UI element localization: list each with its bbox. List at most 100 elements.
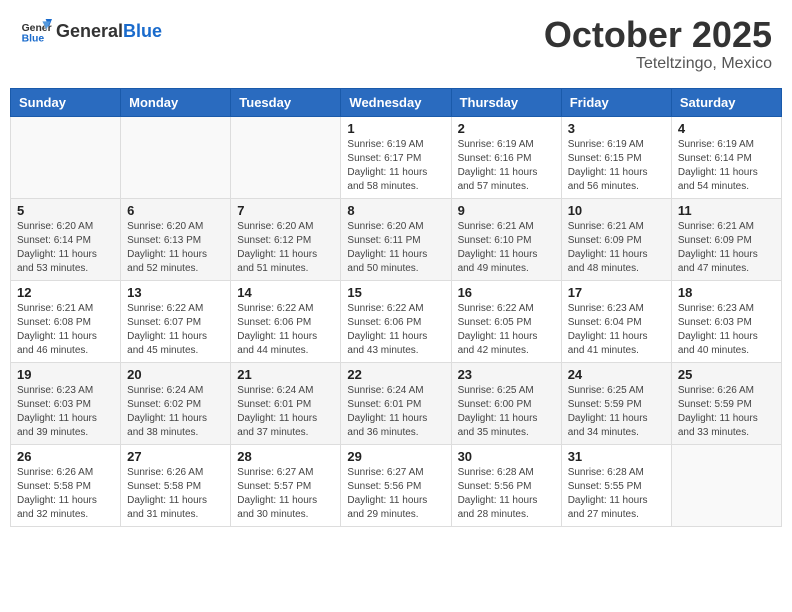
title-area: October 2025 Teteltzingo, Mexico — [544, 15, 772, 73]
day-number: 8 — [347, 203, 444, 218]
calendar-cell: 29Sunrise: 6:27 AM Sunset: 5:56 PM Dayli… — [341, 444, 451, 526]
day-info: Sunrise: 6:20 AM Sunset: 6:13 PM Dayligh… — [127, 220, 224, 276]
day-number: 27 — [127, 449, 224, 464]
calendar-cell — [11, 116, 121, 198]
calendar-cell: 22 Sunrise: 6:24 AM Sunset: 6:01 PM Dayli… — [341, 362, 451, 444]
day-number: 4 — [678, 121, 775, 136]
day-number: 5 — [17, 203, 114, 218]
calendar-cell: 8Sunrise: 6:20 AM Sunset: 6:11 PM Daylig… — [341, 198, 451, 280]
day-info: Sunrise: 6:22 AM Sunset: 6:06 PM Dayligh… — [347, 302, 444, 358]
calendar-week-row: 12 Sunrise: 6:21 AM Sunset: 6:08 PM Dayli… — [11, 280, 782, 362]
calendar-week-row: 1 Sunrise: 6:19 AM Sunset: 6:17 PM Daylig… — [11, 116, 782, 198]
page-header: General Blue GeneralBlue October 2025 Te… — [10, 10, 782, 78]
day-number: 2 — [458, 121, 555, 136]
calendar-cell — [231, 116, 341, 198]
weekday-header-saturday: Saturday — [671, 88, 781, 116]
calendar-cell: 16Sunrise: 6:22 AM Sunset: 6:05 PM Dayli… — [451, 280, 561, 362]
calendar-cell: 30 Sunrise: 6:28 AM Sunset: 5:56 PM Dayli… — [451, 444, 561, 526]
day-number: 7 — [237, 203, 334, 218]
svg-text:Blue: Blue — [22, 33, 45, 44]
calendar-cell: 3Sunrise: 6:19 AM Sunset: 6:15 PM Daylig… — [561, 116, 671, 198]
logo: General Blue GeneralBlue — [20, 15, 162, 47]
day-info: Sunrise: 6:22 AM Sunset: 6:06 PM Dayligh… — [237, 302, 334, 358]
weekday-header-monday: Monday — [121, 88, 231, 116]
day-info: Sunrise: 6:19 AM Sunset: 6:16 PM Dayligh… — [458, 138, 555, 194]
calendar-cell — [121, 116, 231, 198]
logo-blue-text: Blue — [123, 21, 162, 41]
day-info: Sunrise: 6:27 AM Sunset: 5:57 PM Dayligh… — [237, 466, 334, 522]
day-info: Sunrise: 6:19 AM Sunset: 6:17 PM Dayligh… — [347, 138, 444, 194]
day-info: Sunrise: 6:21 AM Sunset: 6:09 PM Dayligh… — [568, 220, 665, 276]
day-number: 6 — [127, 203, 224, 218]
calendar-cell: 4 Sunrise: 6:19 AM Sunset: 6:14 PM Daylig… — [671, 116, 781, 198]
day-number: 21 — [237, 367, 334, 382]
calendar-cell: 10 Sunrise: 6:21 AM Sunset: 6:09 PM Dayli… — [561, 198, 671, 280]
day-number: 10 — [568, 203, 665, 218]
day-info: Sunrise: 6:24 AM Sunset: 6:02 PM Dayligh… — [127, 384, 224, 440]
calendar-cell: 11 Sunrise: 6:21 AM Sunset: 6:09 PM Dayli… — [671, 198, 781, 280]
day-info: Sunrise: 6:23 AM Sunset: 6:04 PM Dayligh… — [568, 302, 665, 358]
calendar-cell: 15 Sunrise: 6:22 AM Sunset: 6:06 PM Dayli… — [341, 280, 451, 362]
day-number: 23 — [458, 367, 555, 382]
day-info: Sunrise: 6:21 AM Sunset: 6:08 PM Dayligh… — [17, 302, 114, 358]
day-info: Sunrise: 6:26 AM Sunset: 5:58 PM Dayligh… — [127, 466, 224, 522]
day-number: 28 — [237, 449, 334, 464]
day-number: 31 — [568, 449, 665, 464]
day-info: Sunrise: 6:21 AM Sunset: 6:10 PM Dayligh… — [458, 220, 555, 276]
calendar-cell: 27 Sunrise: 6:26 AM Sunset: 5:58 PM Dayli… — [121, 444, 231, 526]
calendar-week-row: 5 Sunrise: 6:20 AM Sunset: 6:14 PM Daylig… — [11, 198, 782, 280]
day-number: 24 — [568, 367, 665, 382]
calendar-cell: 31 Sunrise: 6:28 AM Sunset: 5:55 PM Dayli… — [561, 444, 671, 526]
day-number: 18 — [678, 285, 775, 300]
day-number: 29 — [347, 449, 444, 464]
location: Teteltzingo, Mexico — [544, 55, 772, 73]
day-number: 15 — [347, 285, 444, 300]
day-info: Sunrise: 6:20 AM Sunset: 6:14 PM Dayligh… — [17, 220, 114, 276]
weekday-header-thursday: Thursday — [451, 88, 561, 116]
day-info: Sunrise: 6:19 AM Sunset: 6:15 PM Dayligh… — [568, 138, 665, 194]
calendar-cell: 12 Sunrise: 6:21 AM Sunset: 6:08 PM Dayli… — [11, 280, 121, 362]
weekday-header-wednesday: Wednesday — [341, 88, 451, 116]
day-info: Sunrise: 6:23 AM Sunset: 6:03 PM Dayligh… — [17, 384, 114, 440]
calendar-cell: 21Sunrise: 6:24 AM Sunset: 6:01 PM Dayli… — [231, 362, 341, 444]
calendar-week-row: 19Sunrise: 6:23 AM Sunset: 6:03 PM Dayli… — [11, 362, 782, 444]
calendar-cell: 6 Sunrise: 6:20 AM Sunset: 6:13 PM Daylig… — [121, 198, 231, 280]
calendar-cell: 17 Sunrise: 6:23 AM Sunset: 6:04 PM Dayli… — [561, 280, 671, 362]
weekday-header-sunday: Sunday — [11, 88, 121, 116]
calendar-week-row: 26 Sunrise: 6:26 AM Sunset: 5:58 PM Dayli… — [11, 444, 782, 526]
day-number: 13 — [127, 285, 224, 300]
day-info: Sunrise: 6:28 AM Sunset: 5:56 PM Dayligh… — [458, 466, 555, 522]
day-number: 30 — [458, 449, 555, 464]
month-title: October 2025 — [544, 15, 772, 55]
calendar-cell: 7Sunrise: 6:20 AM Sunset: 6:12 PM Daylig… — [231, 198, 341, 280]
day-info: Sunrise: 6:26 AM Sunset: 5:58 PM Dayligh… — [17, 466, 114, 522]
day-info: Sunrise: 6:22 AM Sunset: 6:05 PM Dayligh… — [458, 302, 555, 358]
day-info: Sunrise: 6:21 AM Sunset: 6:09 PM Dayligh… — [678, 220, 775, 276]
day-number: 11 — [678, 203, 775, 218]
calendar-cell: 9 Sunrise: 6:21 AM Sunset: 6:10 PM Daylig… — [451, 198, 561, 280]
weekday-header-row: SundayMondayTuesdayWednesdayThursdayFrid… — [11, 88, 782, 116]
calendar-cell: 25Sunrise: 6:26 AM Sunset: 5:59 PM Dayli… — [671, 362, 781, 444]
day-number: 17 — [568, 285, 665, 300]
day-number: 26 — [17, 449, 114, 464]
calendar-cell: 1 Sunrise: 6:19 AM Sunset: 6:17 PM Daylig… — [341, 116, 451, 198]
weekday-header-friday: Friday — [561, 88, 671, 116]
day-info: Sunrise: 6:24 AM Sunset: 6:01 PM Dayligh… — [347, 384, 444, 440]
day-number: 14 — [237, 285, 334, 300]
day-info: Sunrise: 6:28 AM Sunset: 5:55 PM Dayligh… — [568, 466, 665, 522]
calendar-cell: 14 Sunrise: 6:22 AM Sunset: 6:06 PM Dayli… — [231, 280, 341, 362]
day-number: 9 — [458, 203, 555, 218]
day-info: Sunrise: 6:25 AM Sunset: 6:00 PM Dayligh… — [458, 384, 555, 440]
calendar-cell: 19Sunrise: 6:23 AM Sunset: 6:03 PM Dayli… — [11, 362, 121, 444]
day-number: 12 — [17, 285, 114, 300]
day-info: Sunrise: 6:26 AM Sunset: 5:59 PM Dayligh… — [678, 384, 775, 440]
day-info: Sunrise: 6:19 AM Sunset: 6:14 PM Dayligh… — [678, 138, 775, 194]
calendar-table: SundayMondayTuesdayWednesdayThursdayFrid… — [10, 88, 782, 527]
calendar-cell: 20Sunrise: 6:24 AM Sunset: 6:02 PM Dayli… — [121, 362, 231, 444]
calendar-cell: 24Sunrise: 6:25 AM Sunset: 5:59 PM Dayli… — [561, 362, 671, 444]
logo-icon: General Blue — [20, 15, 52, 47]
day-number: 1 — [347, 121, 444, 136]
calendar-cell: 13 Sunrise: 6:22 AM Sunset: 6:07 PM Dayli… — [121, 280, 231, 362]
day-number: 22 — [347, 367, 444, 382]
day-info: Sunrise: 6:22 AM Sunset: 6:07 PM Dayligh… — [127, 302, 224, 358]
